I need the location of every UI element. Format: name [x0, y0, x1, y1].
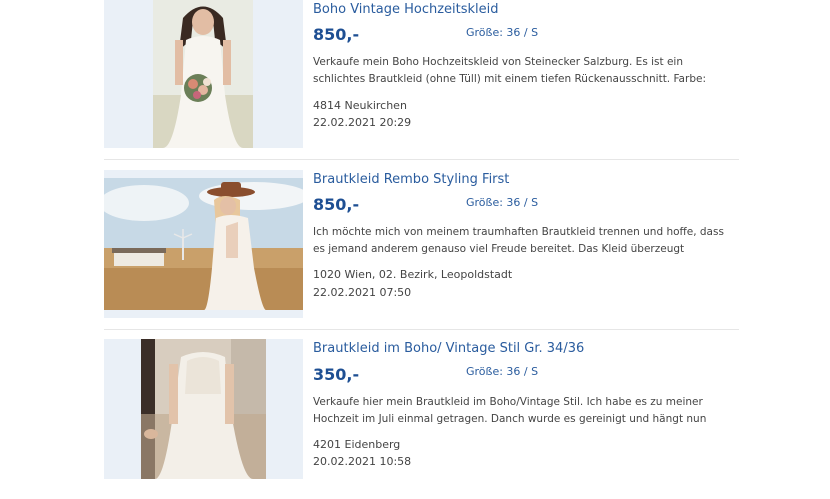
listing-location: 4814 Neukirchen: [313, 99, 407, 112]
listing-price: 850,-: [313, 25, 360, 44]
listing-title[interactable]: Boho Vintage Hochzeitskleid: [313, 2, 499, 17]
listing-divider: [104, 329, 739, 330]
listing-description: Verkaufe mein Boho Hochzeitskleid von St…: [313, 56, 706, 85]
listing-date: 20.02.2021 10:58: [313, 455, 412, 468]
listing-thumbnail[interactable]: [104, 339, 303, 479]
listing-description: Ich möchte mich von meinem traumhaften B…: [313, 226, 724, 255]
listing-thumbnail[interactable]: [104, 170, 303, 318]
listing-title[interactable]: Brautkleid Rembo Styling First: [313, 172, 509, 187]
listing-title[interactable]: Brautkleid im Boho/ Vintage Stil Gr. 34/…: [313, 341, 584, 356]
bride-photo: [141, 339, 266, 479]
listing-thumbnail[interactable]: [104, 0, 303, 148]
listing-location: 1020 Wien, 02. Bezirk, Leopoldstadt: [313, 268, 513, 281]
listing-size: Größe: 36 / S: [466, 26, 539, 39]
listing-size: Größe: 36 / S: [466, 365, 539, 378]
listing-date: 22.02.2021 07:50: [313, 286, 412, 299]
listing-date: 22.02.2021 20:29: [313, 116, 412, 129]
bride-photo: [104, 178, 303, 310]
bride-photo: [153, 0, 253, 148]
listing-divider: [104, 159, 739, 160]
listing-location: 4201 Eidenberg: [313, 438, 401, 451]
listing-price: 350,-: [313, 365, 360, 384]
listing-description: Verkaufe hier mein Brautkleid im Boho/Vi…: [313, 396, 707, 425]
listing-item[interactable]: Brautkleid Rembo Styling First 850,- Grö…: [104, 170, 739, 330]
listing-size: Größe: 36 / S: [466, 196, 539, 209]
listing-item[interactable]: Boho Vintage Hochzeitskleid 850,- Größe:…: [104, 0, 739, 160]
listing-item[interactable]: Brautkleid im Boho/ Vintage Stil Gr. 34/…: [104, 339, 739, 499]
listing-price: 850,-: [313, 195, 360, 214]
